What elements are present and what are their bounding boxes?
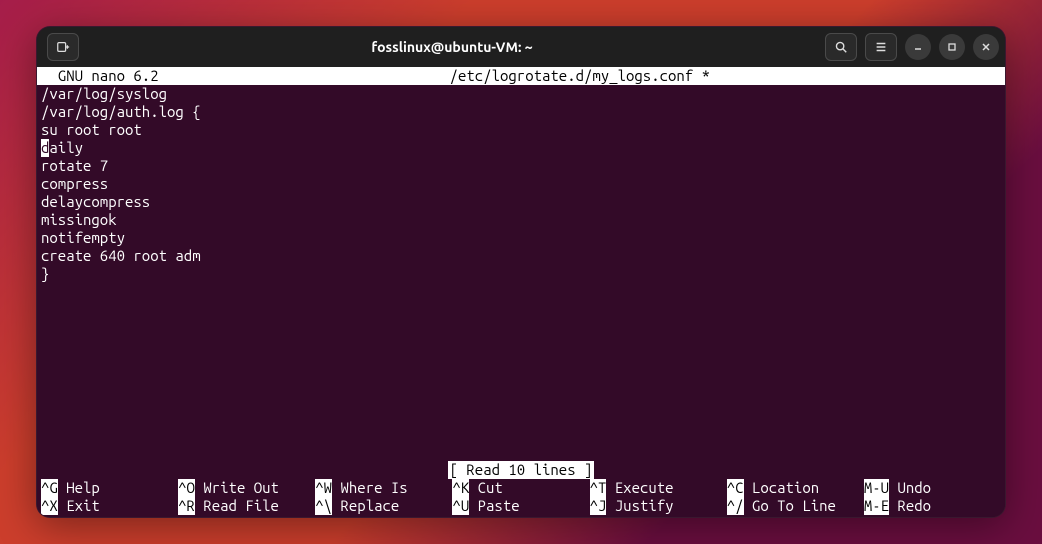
shortcut-key: ^W [315,479,332,497]
shortcut-label: Where Is [332,479,408,497]
close-button[interactable] [973,34,999,60]
editor-line: create 640 root adm [41,247,1001,265]
status-message: [ Read 10 lines ] [448,461,595,479]
shortcut-item: ^C Location [727,479,864,497]
editor-line: /var/log/syslog [41,85,1001,103]
shortcut-label: Justify [606,497,673,515]
shortcut-key: ^U [452,497,469,515]
editor-line: rotate 7 [41,157,1001,175]
shortcut-label: Exit [58,497,100,515]
shortcut-key: ^\ [315,497,332,515]
nano-app-name: GNU nano 6.2 [41,67,159,85]
nano-filename: /etc/logrotate.d/my_logs.conf * [159,67,1001,85]
shortcut-label: Redo [889,497,931,515]
shortcut-item: ^K Cut [452,479,589,497]
shortcut-key: M-E [864,497,889,515]
editor-area[interactable]: /var/log/syslog/var/log/auth.log {su roo… [37,85,1005,461]
shortcut-item: ^W Where Is [315,479,452,497]
shortcut-label: Help [58,479,100,497]
shortcut-item: ^/ Go To Line [727,497,864,515]
shortcut-label: Go To Line [744,497,836,515]
editor-line: } [41,265,1001,283]
editor-line: su root root [41,121,1001,139]
search-button[interactable] [825,33,857,61]
shortcut-key: ^X [41,497,58,515]
maximize-button[interactable] [939,34,965,60]
shortcut-item: ^O Write Out [178,479,315,497]
minimize-button[interactable] [905,34,931,60]
shortcut-key: ^O [178,479,195,497]
shortcut-key: ^J [590,497,607,515]
shortcut-item: M-E Redo [864,497,1001,515]
shortcut-key: ^K [452,479,469,497]
window-title: fosslinux@ubuntu-VM: ~ [83,39,821,55]
shortcut-key: ^/ [727,497,744,515]
editor-line: missingok [41,211,1001,229]
shortcut-key: ^G [41,479,58,497]
titlebar: fosslinux@ubuntu-VM: ~ [37,27,1005,67]
shortcut-key: ^C [727,479,744,497]
shortcut-item: ^U Paste [452,497,589,515]
shortcut-label: Undo [889,479,931,497]
shortcut-label: Execute [606,479,673,497]
terminal-window: fosslinux@ubuntu-VM: ~ [36,26,1006,518]
shortcut-label: Location [744,479,820,497]
shortcut-item: ^G Help [41,479,178,497]
editor-line: delaycompress [41,193,1001,211]
editor-line: daily [41,139,1001,157]
terminal-body[interactable]: GNU nano 6.2 /etc/logrotate.d/my_logs.co… [37,67,1005,517]
shortcut-item: ^X Exit [41,497,178,515]
menu-button[interactable] [865,33,897,61]
shortcut-key: M-U [864,479,889,497]
shortcut-item: M-U Undo [864,479,1001,497]
editor-line: /var/log/auth.log { [41,103,1001,121]
shortcut-label: Read File [195,497,279,515]
editor-line: compress [41,175,1001,193]
shortcut-key: ^T [590,479,607,497]
shortcut-item: ^J Justify [590,497,727,515]
shortcut-label: Replace [332,497,399,515]
shortcut-label: Paste [469,497,519,515]
status-row: [ Read 10 lines ] [37,461,1005,479]
shortcut-label: Write Out [195,479,279,497]
shortcut-bar: ^G Help^O Write Out^W Where Is^K Cut^T E… [37,479,1005,517]
shortcut-label: Cut [469,479,503,497]
editor-line: notifempty [41,229,1001,247]
shortcut-item: ^T Execute [590,479,727,497]
new-tab-button[interactable] [47,33,79,61]
shortcut-item: ^\ Replace [315,497,452,515]
shortcut-item: ^R Read File [178,497,315,515]
nano-header: GNU nano 6.2 /etc/logrotate.d/my_logs.co… [37,67,1005,85]
shortcut-key: ^R [178,497,195,515]
